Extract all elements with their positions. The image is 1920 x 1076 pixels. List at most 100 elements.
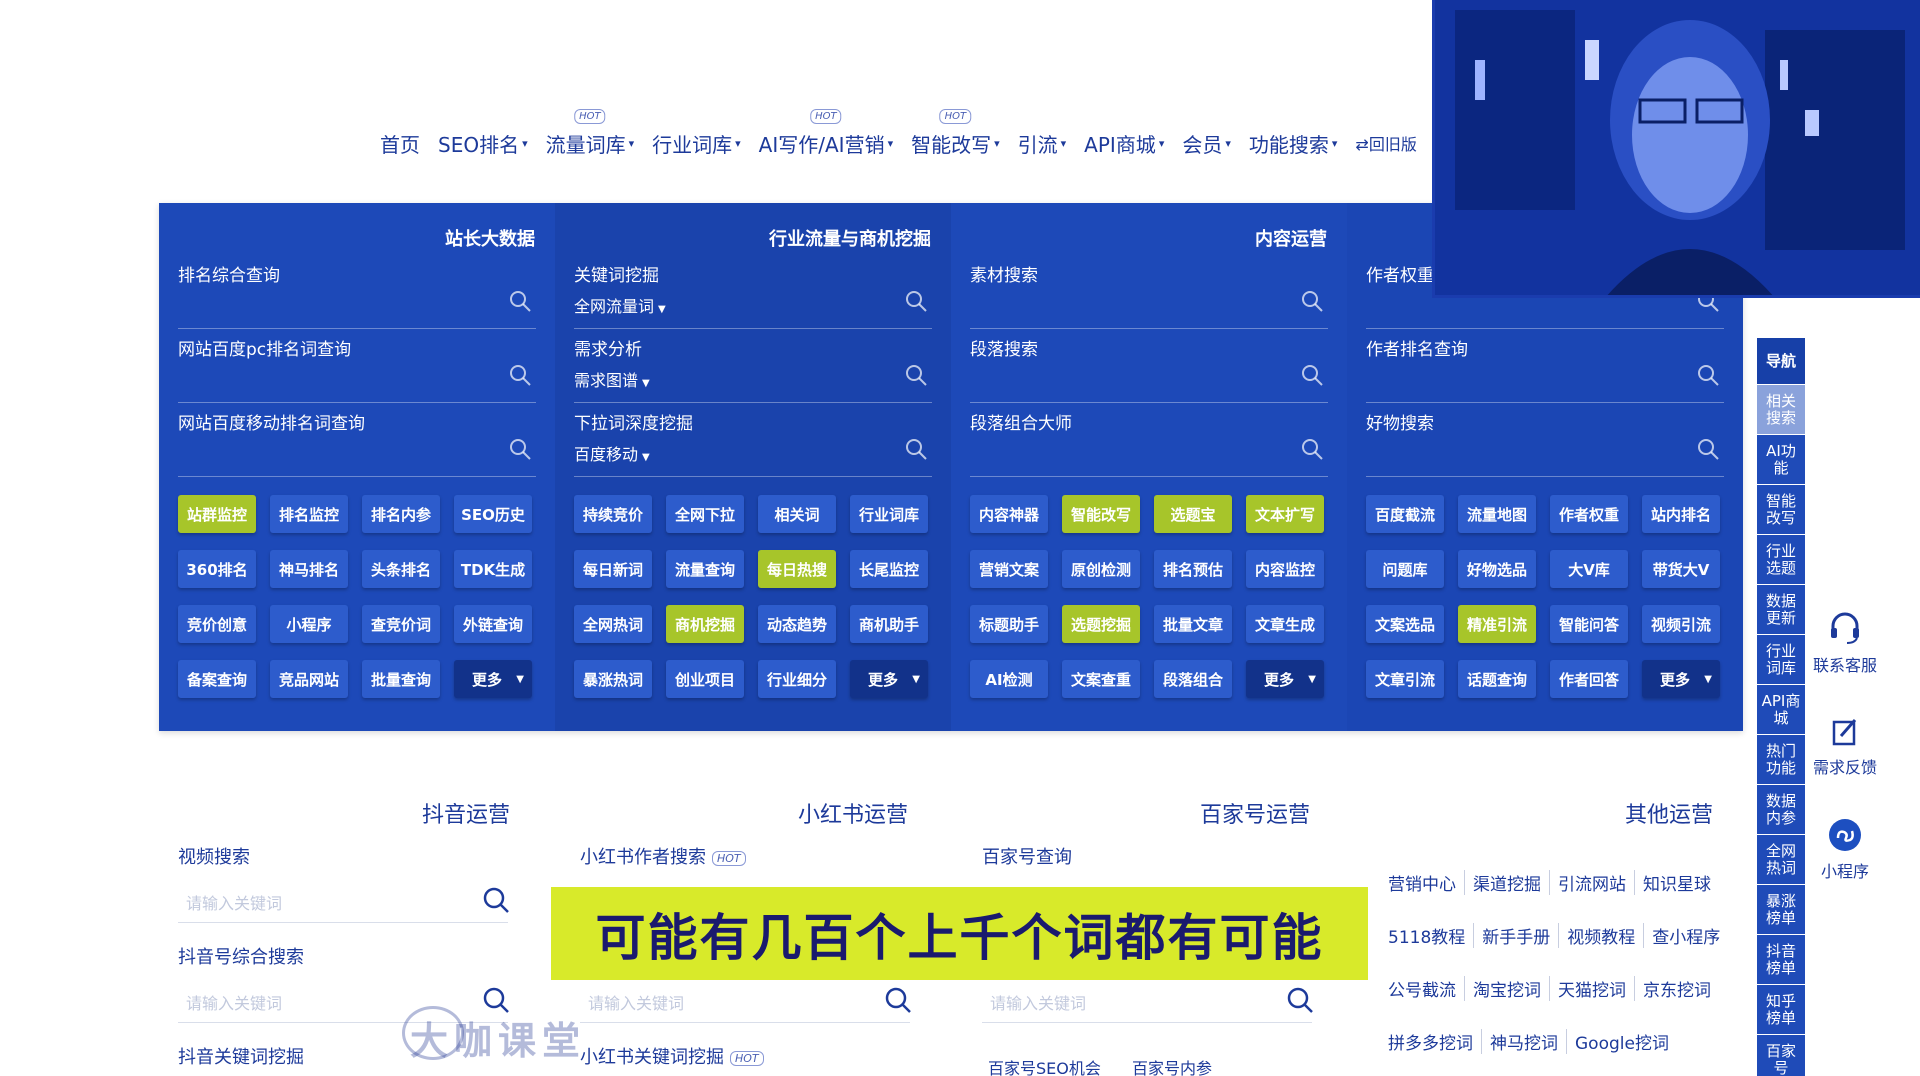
magnifier-icon[interactable] (904, 363, 928, 387)
baijiahao-search-input[interactable]: 请输入关键词 (990, 990, 1086, 1014)
other-link[interactable]: 营销中心 (1380, 870, 1465, 895)
search-row[interactable]: 排名综合查询 (178, 255, 536, 329)
tool-button[interactable]: 文案选品 (1366, 605, 1444, 643)
magnifier-icon[interactable] (884, 986, 912, 1014)
search-row[interactable]: 网站百度pc排名词查询 (178, 329, 536, 403)
other-link[interactable]: 5118教程 (1380, 923, 1475, 948)
nav-item-7[interactable]: API商城 ▾ (1084, 129, 1164, 158)
magnifier-icon[interactable] (508, 363, 532, 387)
magnifier-icon[interactable] (1696, 363, 1720, 387)
side-nav-item[interactable]: 抖音榜单 (1757, 935, 1805, 984)
nav-item-3[interactable]: 行业词库 ▾ (652, 129, 741, 158)
other-link[interactable]: 公号截流 (1380, 976, 1465, 1001)
tool-button[interactable]: 持续竞价 (574, 495, 652, 533)
tool-button[interactable]: 好物选品 (1458, 550, 1536, 588)
douyin-video-search-label[interactable]: 视频搜索 (178, 843, 250, 869)
tool-button[interactable]: 更多 ▼ (454, 660, 532, 698)
search-type-select[interactable]: 百度移动 ▼ (574, 441, 650, 465)
search-row[interactable]: 作者排名查询 (1366, 329, 1724, 403)
tool-button[interactable]: 段落组合 (1154, 660, 1232, 698)
tool-button[interactable]: 带货大V (1642, 550, 1720, 588)
tool-button[interactable]: 内容神器 (970, 495, 1048, 533)
tool-button[interactable]: 视频引流 (1642, 605, 1720, 643)
tool-button[interactable]: 问题库 (1366, 550, 1444, 588)
other-link[interactable]: 天猫挖词 (1550, 976, 1635, 1001)
side-nav-item[interactable]: 百家号 (1757, 1035, 1805, 1076)
baijiahao-query-label[interactable]: 百家号查询 (982, 843, 1072, 869)
tool-button[interactable]: 选题挖掘 (1062, 605, 1140, 643)
nav-item-8[interactable]: 会员 ▾ (1182, 129, 1231, 158)
side-nav-item[interactable]: AI功能 (1757, 435, 1805, 484)
search-row[interactable]: 素材搜索 (970, 255, 1328, 329)
tool-button[interactable]: 竞价创意 (178, 605, 256, 643)
tool-button[interactable]: 更多 ▼ (850, 660, 928, 698)
douyin-keyword-mining-label[interactable]: 抖音关键词挖掘 (178, 1043, 304, 1069)
nav-item-9[interactable]: 功能搜索 ▾ (1249, 129, 1338, 158)
tool-button[interactable]: 批量文章 (1154, 605, 1232, 643)
xiaohongshu-search-input[interactable]: 请输入关键词 (588, 990, 684, 1014)
magnifier-icon[interactable] (1286, 986, 1314, 1014)
search-row[interactable]: 好物搜索 (1366, 403, 1724, 477)
tool-button[interactable]: 排名预估 (1154, 550, 1232, 588)
tool-button[interactable]: 作者回答 (1550, 660, 1628, 698)
side-nav-item[interactable]: 暴涨榜单 (1757, 885, 1805, 934)
nav-item-6[interactable]: 引流 ▾ (1018, 129, 1067, 158)
tool-button[interactable]: SEO历史 (454, 495, 532, 533)
tool-button[interactable]: 暴涨热词 (574, 660, 652, 698)
tool-button[interactable]: 智能问答 (1550, 605, 1628, 643)
baijiahao-insider-link[interactable]: 百家号内参 (1132, 1055, 1212, 1076)
tool-button[interactable]: 备案查询 (178, 660, 256, 698)
side-nav-item[interactable]: 相关搜索 (1757, 385, 1805, 434)
tool-button[interactable]: 文章生成 (1246, 605, 1324, 643)
tool-button[interactable]: 站群监控 (178, 495, 256, 533)
other-link[interactable]: 查小程序 (1644, 923, 1728, 948)
tool-button[interactable]: 文章引流 (1366, 660, 1444, 698)
other-link[interactable]: Google挖词 (1567, 1029, 1677, 1054)
tool-button[interactable]: 标题助手 (970, 605, 1048, 643)
tool-button[interactable]: 小程序 (270, 605, 348, 643)
magnifier-icon[interactable] (904, 289, 928, 313)
side-nav-item[interactable]: 数据内参 (1757, 785, 1805, 834)
search-row[interactable]: 关键词挖掘 全网流量词 ▼ (574, 255, 932, 329)
tool-button[interactable]: 内容监控 (1246, 550, 1324, 588)
search-row[interactable]: 段落组合大师 (970, 403, 1328, 477)
tool-button[interactable]: 神马排名 (270, 550, 348, 588)
feedback-button[interactable]: 需求反馈 (1805, 716, 1885, 778)
baijiahao-seo-link[interactable]: 百家号SEO机会 (988, 1055, 1101, 1076)
page-scrollbar[interactable] (1910, 0, 1916, 1060)
tool-button[interactable]: 智能改写 (1062, 495, 1140, 533)
tool-button[interactable]: 长尾监控 (850, 550, 928, 588)
tool-button[interactable]: 话题查询 (1458, 660, 1536, 698)
tool-button[interactable]: 竞品网站 (270, 660, 348, 698)
tool-button[interactable]: AI检测 (970, 660, 1048, 698)
tool-button[interactable]: 营销文案 (970, 550, 1048, 588)
search-type-select[interactable]: 需求图谱 ▼ (574, 367, 650, 391)
douyin-account-search-label[interactable]: 抖音号综合搜索 (178, 943, 304, 969)
side-nav-item[interactable]: 数据更新 (1757, 585, 1805, 634)
other-link[interactable]: 拼多多挖词 (1380, 1029, 1482, 1054)
magnifier-icon[interactable] (1696, 437, 1720, 461)
tool-button[interactable]: 原创检测 (1062, 550, 1140, 588)
douyin-account-search-input[interactable]: 请输入关键词 (186, 990, 282, 1014)
xiaohongshu-keyword-mining-label[interactable]: 小红书关键词挖掘 HOT (580, 1043, 764, 1069)
magnifier-icon[interactable] (508, 437, 532, 461)
magnifier-icon[interactable] (1300, 437, 1324, 461)
other-link[interactable]: 京东挖词 (1635, 976, 1719, 1001)
tool-button[interactable]: 动态趋势 (758, 605, 836, 643)
nav-item-5[interactable]: 智能改写 ▾ HOT (911, 108, 1000, 158)
search-row[interactable]: 下拉词深度挖掘 百度移动 ▼ (574, 403, 932, 477)
search-type-select[interactable]: 全网流量词 ▼ (574, 293, 666, 317)
tool-button[interactable]: 头条排名 (362, 550, 440, 588)
tool-button[interactable]: 百度截流 (1366, 495, 1444, 533)
magnifier-icon[interactable] (1300, 363, 1324, 387)
other-link[interactable]: 视频教程 (1559, 923, 1645, 948)
tool-button[interactable]: 相关词 (758, 495, 836, 533)
side-nav-item[interactable]: 智能改写 (1757, 485, 1805, 534)
tool-button[interactable]: 文案查重 (1062, 660, 1140, 698)
tool-button[interactable]: 商机挖掘 (666, 605, 744, 643)
side-nav-item[interactable]: 行业选题 (1757, 535, 1805, 584)
side-nav-item[interactable]: 行业词库 (1757, 635, 1805, 684)
tool-button[interactable]: 选题宝 (1154, 495, 1232, 533)
other-link[interactable]: 渠道挖掘 (1465, 870, 1550, 895)
tool-button[interactable]: TDK生成 (454, 550, 532, 588)
